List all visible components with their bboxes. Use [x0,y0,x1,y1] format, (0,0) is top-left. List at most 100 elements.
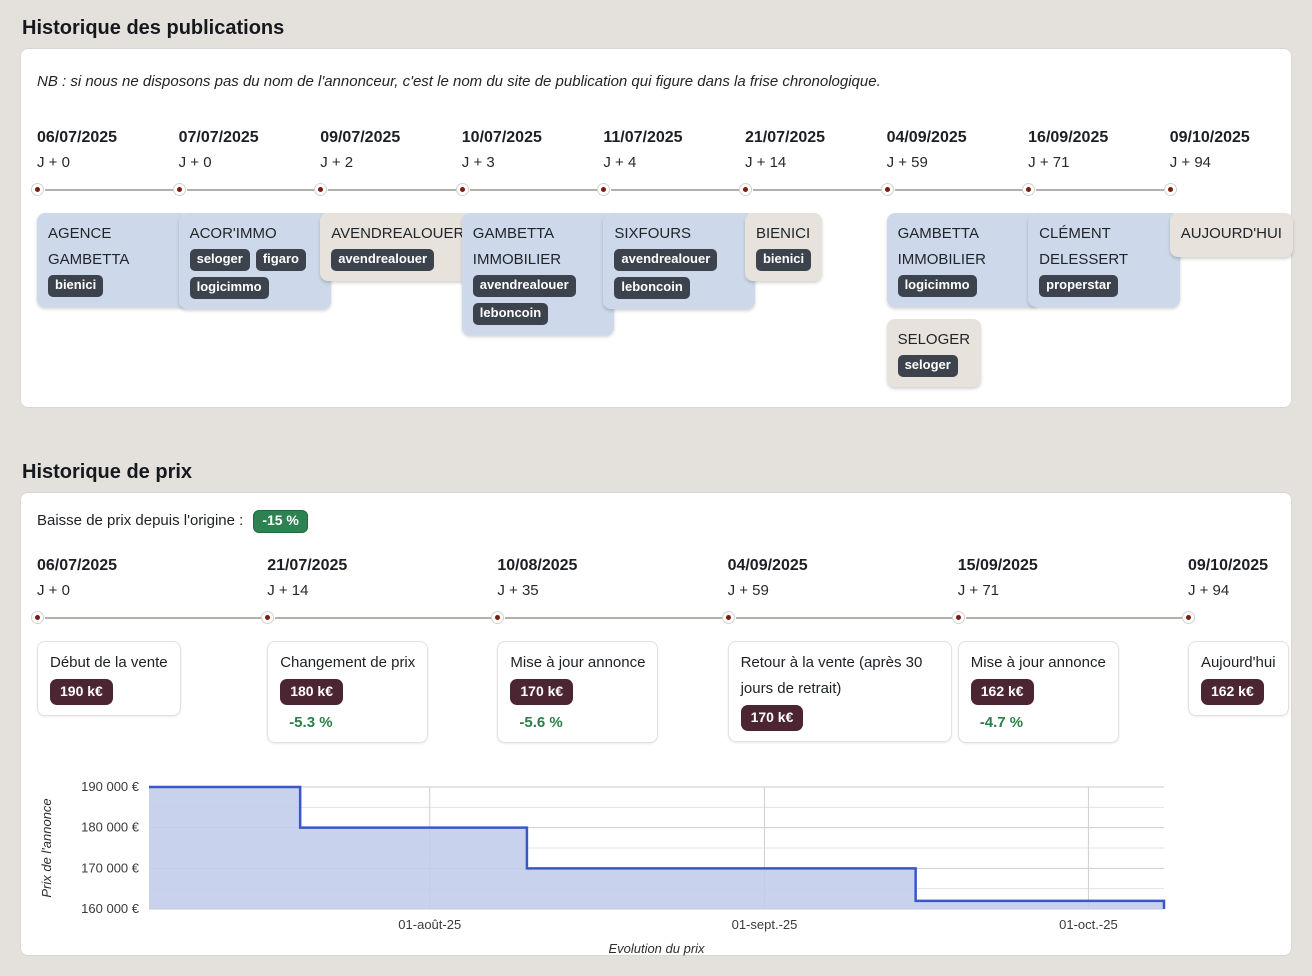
timeline-dot [722,611,735,624]
site-tag-row: bienici [756,249,811,271]
timeline-line-segment [736,617,965,619]
price-delta: -4.7 % [980,714,1106,732]
timeline-column: 04/09/2025J + 59Retour à la vente (après… [728,557,958,743]
publication-cards: AUJOURD'HUI [1170,213,1280,257]
timeline-line-segment [753,189,894,191]
event-date: 09/10/2025 [1170,129,1280,147]
price-event-card: Mise à jour annonce170 k€-5.6 % [497,641,658,743]
event-date: 09/07/2025 [320,129,462,147]
site-tag: seloger [898,355,958,377]
timeline-line-segment [470,189,611,191]
price-chart: 190 000 €180 000 €170 000 €160 000 €01-a… [37,773,1277,959]
timeline-dot [952,611,965,624]
event-day-offset: J + 3 [462,154,604,172]
publication-card: GAMBETTA IMMOBILIERlogicimmo [887,213,1039,307]
event-date: 04/09/2025 [728,557,958,575]
timeline-dot [261,611,274,624]
timeline-dot-row [497,611,727,625]
site-tag-row: avendrealouerleboncoin [614,249,744,299]
x-tick-label: 01-oct.-25 [1059,917,1118,932]
timeline-column: 16/09/2025J + 71CLÉMENT DELESSERTpropers… [1028,129,1170,387]
timeline-dot-row [462,183,604,197]
y-tick-label: 190 000 € [81,779,140,794]
publication-cards: BIENICIbienici [745,213,887,281]
site-tag: bienici [48,275,103,297]
publications-title: Historique des publications [0,0,1312,40]
prices-section: Historique de prix Baisse de prix depuis… [0,408,1312,956]
publications-panel: NB : si nous ne disposons pas du nom de … [20,48,1292,408]
price-event-card: Mise à jour annonce 162 k€ -4.7 % [958,641,1119,743]
site-tag: logicimmo [190,277,269,299]
timeline-column: 09/07/2025J + 2AVENDREALOUERavendrealoue… [320,129,462,387]
price-event-label: Mise à jour annonce [971,650,1106,676]
publisher-name: ACOR'IMMO [190,221,320,247]
timeline-line-segment [275,617,504,619]
publications-note: NB : si nous ne disposons pas du nom de … [37,71,1275,93]
event-day-offset: J + 14 [267,582,497,600]
price-badge: 170 k€ [741,705,804,731]
price-event-cards: Mise à jour annonce170 k€-5.6 % [497,641,727,743]
timeline-dot [456,183,469,196]
price-event-card: Changement de prix180 k€-5.3 % [267,641,428,743]
timeline-column: 06/07/2025J + 0Début de la vente190 k€ [37,557,267,743]
timeline-dot [1182,611,1195,624]
publisher-name: GAMBETTA IMMOBILIER [473,221,603,273]
y-tick-label: 180 000 € [81,820,140,835]
timeline-dot-row [728,611,958,625]
timeline-dot [173,183,186,196]
publications-timeline: 06/07/2025J + 0AGENCE GAMBETTAbienici07/… [37,129,1275,387]
publisher-name: BIENICI [756,221,811,247]
price-drop-summary: Baisse de prix depuis l'origine : -15 % [37,509,1275,533]
event-day-offset: J + 14 [745,154,887,172]
y-tick-label: 160 000 € [81,901,140,916]
site-tag: avendrealouer [614,249,717,271]
timeline-dot-row [1188,611,1288,625]
price-badge: 170 k€ [510,679,573,705]
price-event-card: Aujourd'hui162 k€ [1188,641,1289,716]
timeline-line-segment [505,617,734,619]
price-event-cards: Changement de prix180 k€-5.3 % [267,641,497,743]
site-tag: figaro [256,249,306,271]
publisher-name: AGENCE GAMBETTA [48,221,178,273]
timeline-dot-row [179,183,321,197]
publication-card: AVENDREALOUERavendrealouer [320,213,472,281]
publication-card: BIENICIbienici [745,213,822,281]
y-axis-label: Prix de l'annonce [39,798,54,897]
publication-card: SELOGERseloger [887,319,982,387]
x-axis-label: Evolution du prix [608,941,705,956]
event-date: 21/07/2025 [745,129,887,147]
timeline-column: 07/07/2025J + 0ACOR'IMMOselogerfigarolog… [179,129,321,387]
site-tag: properstar [1039,275,1118,297]
price-event-label: Mise à jour annonce [510,650,645,676]
price-event-cards: Début de la vente190 k€ [37,641,267,716]
timeline-column: 09/10/2025J + 94Aujourd'hui162 k€ [1188,557,1288,743]
publisher-name: GAMBETTA IMMOBILIER [898,221,1028,273]
event-day-offset: J + 94 [1170,154,1280,172]
timeline-column: 04/09/2025J + 59GAMBETTA IMMOBILIERlogic… [887,129,1029,387]
price-event-label: Début de la vente [50,650,168,676]
publisher-name: AUJOURD'HUI [1181,221,1282,247]
timeline-dot [597,183,610,196]
event-date: 21/07/2025 [267,557,497,575]
publication-cards: CLÉMENT DELESSERTproperstar [1028,213,1170,307]
publication-card: GAMBETTA IMMOBILIERavendrealouerleboncoi… [462,213,614,335]
x-tick-label: 01-août-25 [398,917,461,932]
timeline-column: 06/07/2025J + 0AGENCE GAMBETTAbienici [37,129,179,387]
publication-card: SIXFOURSavendrealouerleboncoin [603,213,755,309]
event-date: 09/10/2025 [1188,557,1288,575]
timeline-line-segment [187,189,328,191]
publication-cards: GAMBETTA IMMOBILIERavendrealouerleboncoi… [462,213,604,335]
event-day-offset: J + 35 [497,582,727,600]
timeline-dot [314,183,327,196]
timeline-column: 10/08/2025J + 35Mise à jour annonce170 k… [497,557,727,743]
price-badge: 162 k€ [971,679,1034,705]
timeline-dot [1164,183,1177,196]
x-tick-label: 01-sept.-25 [732,917,798,932]
event-date: 10/07/2025 [462,129,604,147]
price-event-cards: Aujourd'hui162 k€ [1188,641,1288,716]
prices-panel: Baisse de prix depuis l'origine : -15 % … [20,492,1292,956]
publication-card: AUJOURD'HUI [1170,213,1293,257]
timeline-dot [31,611,44,624]
timeline-dot-row [887,183,1029,197]
site-tag-row: avendrealouer [331,249,461,271]
